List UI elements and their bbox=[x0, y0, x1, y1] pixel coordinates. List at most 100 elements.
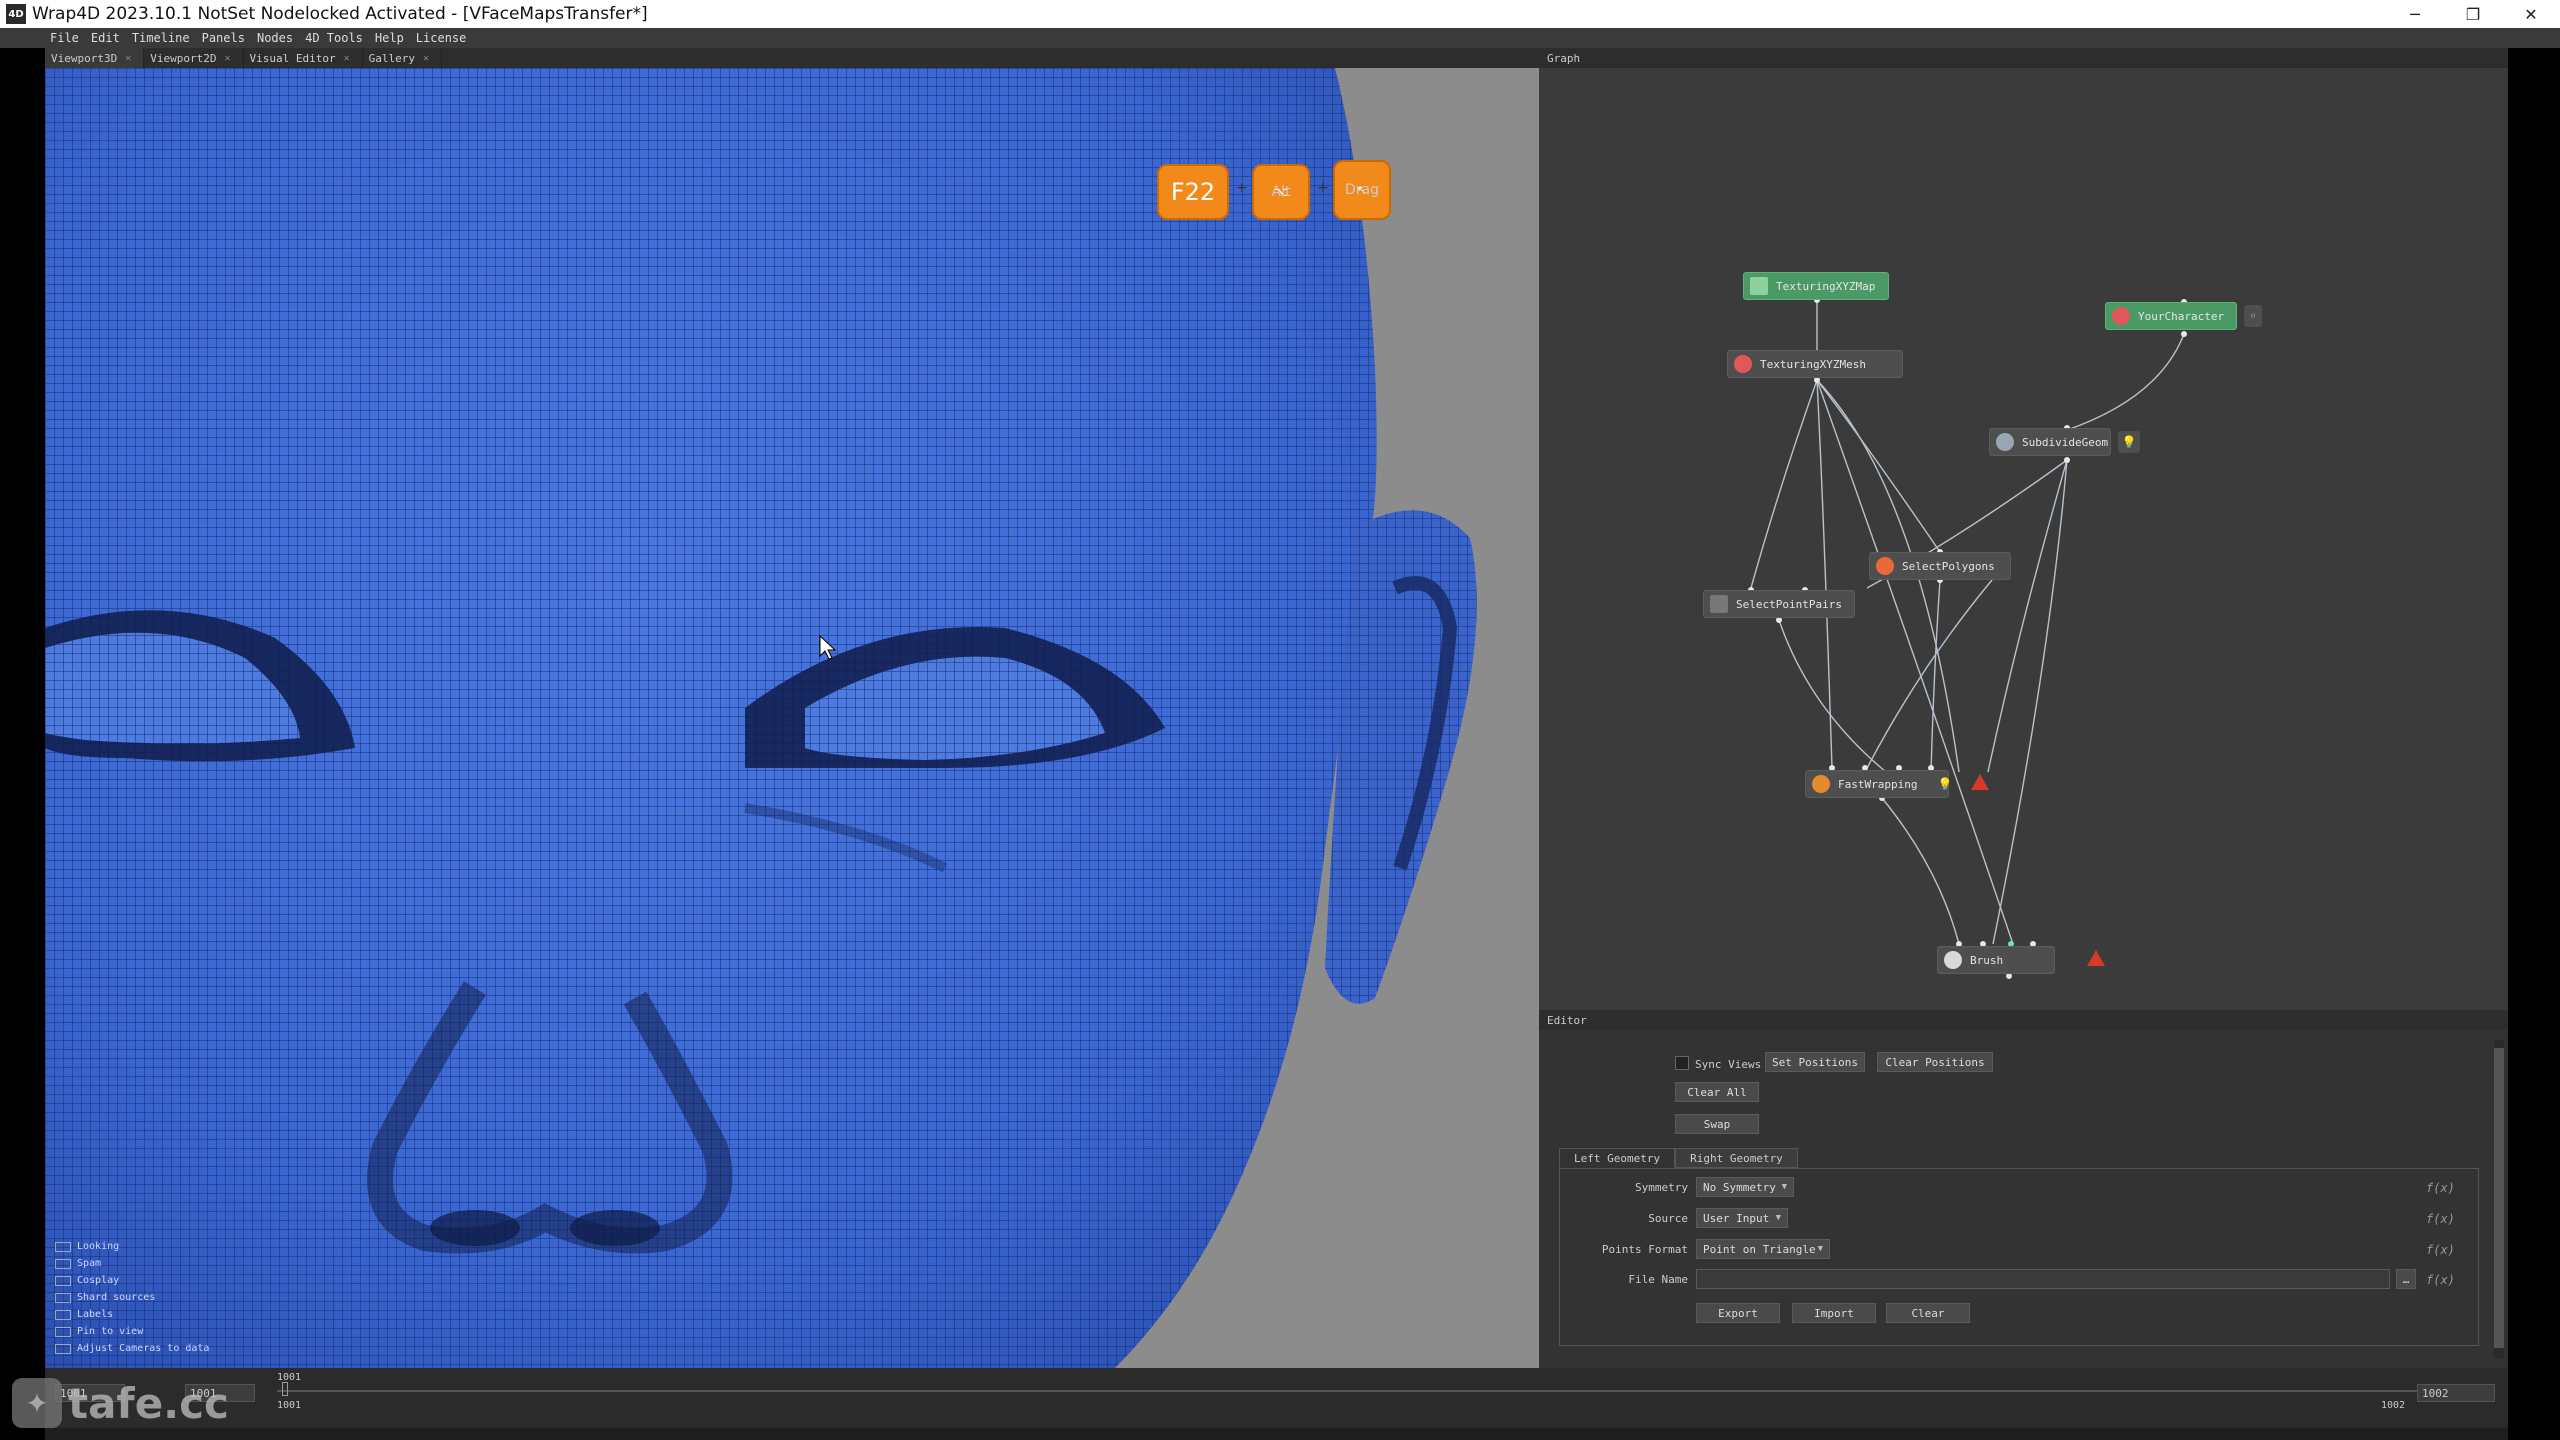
overlay-item[interactable]: Looking bbox=[55, 1238, 235, 1255]
scrollbar-thumb[interactable] bbox=[2494, 1048, 2504, 1348]
node-label: SelectPolygons bbox=[1902, 559, 1995, 573]
symmetry-label: Symmetry bbox=[1635, 1181, 1688, 1194]
overlay-label: Shard sources bbox=[77, 1292, 156, 1303]
sphere-icon bbox=[1996, 433, 2014, 451]
tab-visual-editor[interactable]: Visual Editor ✕ bbox=[244, 48, 363, 68]
restore-button[interactable]: ❐ bbox=[2444, 0, 2502, 28]
minimize-button[interactable]: ─ bbox=[2386, 0, 2444, 28]
window-title: Wrap4D 2023.10.1 NotSet Nodelocked Activ… bbox=[32, 4, 648, 24]
set-positions-button[interactable]: Set Positions bbox=[1765, 1052, 1865, 1072]
mesh-icon bbox=[1734, 355, 1752, 373]
keycast-plus: + bbox=[1317, 180, 1329, 196]
close-tab-icon[interactable]: ✕ bbox=[225, 53, 231, 64]
source-label: Source bbox=[1648, 1212, 1688, 1225]
timeline-end-field[interactable]: 1002 bbox=[2417, 1384, 2495, 1402]
export-button[interactable]: Export bbox=[1696, 1303, 1780, 1323]
file-name-input[interactable] bbox=[1696, 1269, 2390, 1289]
node-texturing-map[interactable]: TexturingXYZMap bbox=[1743, 272, 1889, 300]
menu-panels[interactable]: Panels bbox=[202, 31, 245, 45]
node-label: SelectPointPairs bbox=[1736, 597, 1842, 611]
points-format-fx-button[interactable]: f(x) bbox=[2426, 1243, 2455, 1257]
tab-label: Gallery bbox=[368, 51, 416, 65]
overlay-item[interactable]: Adjust Cameras to data bbox=[55, 1340, 235, 1357]
hotkey-chip-icon bbox=[55, 1258, 71, 1269]
overlay-item[interactable]: Shard sources bbox=[55, 1289, 235, 1306]
overlay-item[interactable]: Labels bbox=[55, 1306, 235, 1323]
source-fx-button[interactable]: f(x) bbox=[2426, 1212, 2455, 1226]
source-value: User Input bbox=[1703, 1211, 1770, 1225]
watermark: ✦ tafe.cc bbox=[12, 1378, 229, 1428]
keycast-alt: ⌥ Alt bbox=[1252, 164, 1310, 220]
left-border bbox=[0, 48, 45, 1440]
right-border bbox=[2508, 48, 2560, 1440]
bulb-icon[interactable]: 💡 bbox=[2118, 431, 2140, 453]
viewport-overlay-list: Looking Spam Cosplay Shard sources Label… bbox=[55, 1238, 235, 1357]
graph-title: Graph bbox=[1547, 51, 1581, 65]
node-subdivide-geom[interactable]: SubdivideGeom 💡 bbox=[1989, 428, 2140, 456]
menu-license[interactable]: License bbox=[416, 31, 467, 45]
viewport-3d[interactable]: F22 + ⌥ Alt + ↖ Drag Looking Spam Cospla… bbox=[45, 68, 1539, 1368]
bulb-icon[interactable]: ◦ bbox=[2244, 305, 2262, 327]
tab-viewport3d[interactable]: Viewport3D ✕ bbox=[45, 48, 145, 68]
overlay-item[interactable]: Spam bbox=[55, 1255, 235, 1272]
menu-edit[interactable]: Edit bbox=[91, 31, 120, 45]
menu-nodes[interactable]: Nodes bbox=[257, 31, 293, 45]
bulb-icon[interactable]: 💡 bbox=[1934, 773, 1956, 795]
node-texturing-mesh[interactable]: TexturingXYZMesh bbox=[1727, 350, 1903, 378]
overlay-label: Labels bbox=[77, 1309, 114, 1320]
brush-icon bbox=[1944, 951, 1962, 969]
menu-file[interactable]: File bbox=[50, 31, 79, 45]
keycast-drag: ↖ Drag bbox=[1333, 160, 1391, 220]
overlay-item[interactable]: Pin to view bbox=[55, 1323, 235, 1340]
symmetry-fx-button[interactable]: f(x) bbox=[2426, 1181, 2455, 1195]
timeline[interactable]: 1001 1001 1001 1001 1002 1002 bbox=[45, 1368, 2508, 1428]
timeline-track[interactable] bbox=[277, 1390, 2427, 1392]
tab-left-geometry[interactable]: Left Geometry bbox=[1559, 1148, 1676, 1168]
symmetry-select[interactable]: No Symmetry ▼ bbox=[1696, 1177, 1794, 1197]
swap-button[interactable]: Swap bbox=[1675, 1114, 1759, 1134]
keycast-alt-label: Alt bbox=[1271, 184, 1291, 200]
keycast-plus: + bbox=[1236, 180, 1248, 196]
close-tab-icon[interactable]: ✕ bbox=[344, 53, 350, 64]
node-your-character[interactable]: YourCharacter ◦ bbox=[2105, 302, 2262, 330]
clear-all-button[interactable]: Clear All bbox=[1675, 1082, 1759, 1102]
tab-right-geometry[interactable]: Right Geometry bbox=[1675, 1148, 1798, 1168]
overlay-item[interactable]: Cosplay bbox=[55, 1272, 235, 1289]
clear-positions-button[interactable]: Clear Positions bbox=[1877, 1052, 1993, 1072]
import-button[interactable]: Import bbox=[1792, 1303, 1876, 1323]
tab-label: Viewport2D bbox=[150, 51, 217, 65]
source-select[interactable]: User Input ▼ bbox=[1696, 1208, 1788, 1228]
file-name-fx-button[interactable]: f(x) bbox=[2426, 1273, 2455, 1287]
tab-label: Visual Editor bbox=[249, 51, 336, 65]
hotkey-chip-icon bbox=[55, 1241, 71, 1252]
points-format-select[interactable]: Point on Triangle ▼ bbox=[1696, 1239, 1830, 1259]
node-graph[interactable]: TexturingXYZMap TexturingXYZMesh YourCha… bbox=[1539, 68, 2508, 1010]
close-button[interactable]: ✕ bbox=[2502, 0, 2560, 28]
warning-icon bbox=[1971, 774, 1989, 790]
editor-scrollbar[interactable] bbox=[2494, 1040, 2504, 1358]
watermark-logo-icon: ✦ bbox=[12, 1378, 62, 1428]
node-select-point-pairs[interactable]: SelectPointPairs bbox=[1703, 590, 1855, 618]
keycast-f22: F22 bbox=[1157, 164, 1229, 220]
checkbox-icon bbox=[55, 1326, 71, 1337]
mesh-icon bbox=[2112, 307, 2130, 325]
tab-viewport2d[interactable]: Viewport2D ✕ bbox=[144, 48, 244, 68]
sync-views-checkbox[interactable] bbox=[1675, 1056, 1689, 1070]
geometry-tabs: Left Geometry Right Geometry bbox=[1559, 1148, 1798, 1168]
image-icon bbox=[1750, 277, 1768, 295]
symmetry-value: No Symmetry bbox=[1703, 1180, 1776, 1194]
close-tab-icon[interactable]: ✕ bbox=[125, 53, 131, 64]
node-brush[interactable]: Brush bbox=[1937, 946, 2055, 974]
clear-button[interactable]: Clear bbox=[1886, 1303, 1970, 1323]
browse-file-button[interactable]: … bbox=[2396, 1269, 2416, 1289]
menu-timeline[interactable]: Timeline bbox=[132, 31, 190, 45]
node-fast-wrapping[interactable]: FastWrapping 💡 bbox=[1805, 770, 1952, 798]
node-select-polygons[interactable]: SelectPolygons bbox=[1869, 552, 2011, 580]
menu-4d-tools[interactable]: 4D Tools bbox=[305, 31, 363, 45]
overlay-label: Looking bbox=[77, 1241, 120, 1252]
tab-gallery[interactable]: Gallery ✕ bbox=[363, 48, 443, 68]
select-polygons-icon bbox=[1876, 557, 1894, 575]
close-tab-icon[interactable]: ✕ bbox=[423, 53, 429, 64]
menu-help[interactable]: Help bbox=[375, 31, 404, 45]
timeline-playhead[interactable] bbox=[282, 1382, 288, 1396]
